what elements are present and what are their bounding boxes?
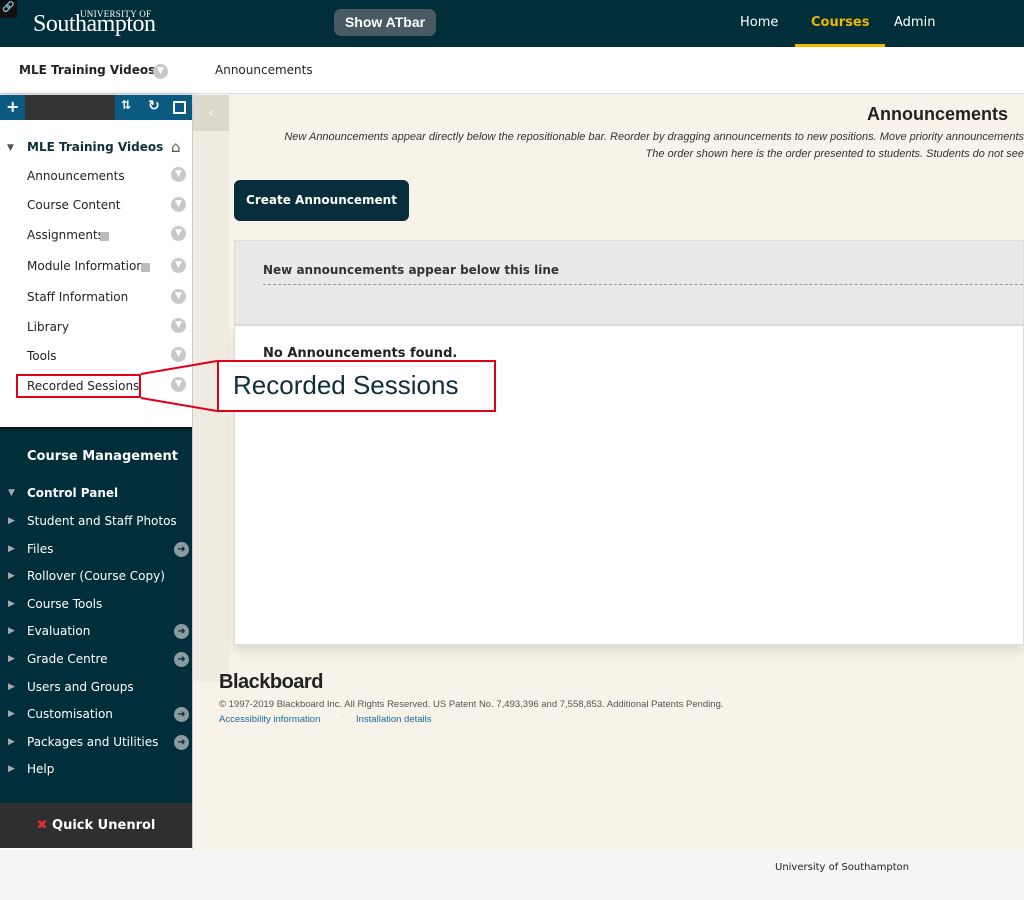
highlight-box: [16, 374, 141, 398]
callout-lines: [140, 360, 218, 412]
callout-magnified: Recorded Sessions: [217, 360, 496, 412]
